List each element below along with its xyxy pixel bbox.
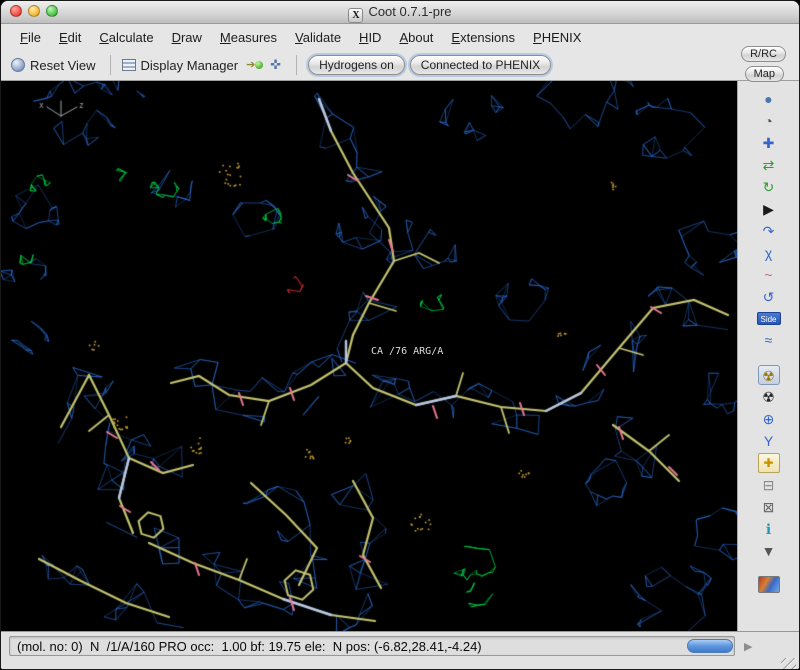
- rotamers-icon[interactable]: ↷: [758, 221, 780, 241]
- rigid-body-fit-icon[interactable]: ⇄: [758, 155, 780, 175]
- menu-edit[interactable]: Edit: [50, 28, 90, 47]
- menu-bar: File Edit Calculate Draw Measures Validate HID…: [1, 24, 799, 50]
- sphere-refine-button[interactable]: ☢: [757, 365, 780, 385]
- status-bar: (mol. no: 0) N /1/A/160 PRO occ: 1.00 bf…: [1, 631, 799, 669]
- rotate-translate-icon[interactable]: ↻: [758, 177, 780, 197]
- go-to-atom-icon[interactable]: [246, 57, 264, 74]
- menu-extensions[interactable]: Extensions: [442, 28, 524, 47]
- status-field: (mol. no: 0) N /1/A/160 PRO occ: 1.00 bf…: [9, 636, 735, 656]
- hydrogens-toggle-button[interactable]: Hydrogens on: [308, 55, 405, 75]
- side-chain-180-button[interactable]: Side: [756, 312, 781, 325]
- gl-viewport[interactable]: CA /76 ARG/A: [1, 81, 737, 631]
- toolbar-separator: [296, 55, 298, 75]
- torsion-general-icon[interactable]: ~: [758, 265, 780, 285]
- toolbar-overflow-arrow[interactable]: ▶: [744, 640, 752, 653]
- title-bar[interactable]: X Coot 0.7.1-pre: [1, 1, 799, 24]
- delete-item-icon[interactable]: ⊠: [758, 497, 780, 517]
- menu-measures[interactable]: Measures: [211, 28, 286, 47]
- menu-about[interactable]: About: [390, 28, 442, 47]
- main-toolbar: Reset View Display Manager Hydrogens on …: [1, 50, 799, 81]
- menu-calculate[interactable]: Calculate: [90, 28, 162, 47]
- fixed-atoms-icon[interactable]: ✚: [758, 133, 780, 153]
- measures-icon[interactable]: [268, 57, 285, 74]
- title-area: X Coot 0.7.1-pre: [1, 4, 799, 23]
- toolbar-separator: [109, 55, 111, 75]
- menu-hid[interactable]: HID: [350, 28, 390, 47]
- flip-peptide-icon[interactable]: ↺: [758, 287, 780, 307]
- reset-view-button[interactable]: Reset View: [30, 58, 96, 73]
- display-manager-icon: [121, 59, 136, 71]
- atom-label: CA /76 ARG/A: [371, 346, 444, 357]
- coot-window: X Coot 0.7.1-pre File Edit Calculate Draw Mea…: [0, 0, 800, 670]
- model-fit-refine-toolbar: ● ◔ ✚ ⇄ ↻ ▶ ↷ χ ~ ↺ Side ≈ ☢ ☢ ⊕ Y ✚ ⊟ ⊠ ℹ ▼: [737, 81, 799, 631]
- map-button[interactable]: Map: [744, 66, 784, 82]
- refine-zone-icon[interactable]: ☢: [758, 387, 780, 407]
- edit-chi-angles-icon[interactable]: χ: [758, 243, 780, 263]
- resize-grip[interactable]: [781, 658, 796, 669]
- auto-fit-rotamer-icon[interactable]: ▶: [758, 199, 780, 219]
- sphere-display-icon[interactable]: ●: [758, 89, 780, 109]
- window-title: Coot 0.7.1-pre: [368, 4, 452, 19]
- add-alt-conf-icon[interactable]: Y: [758, 431, 780, 451]
- density-map-canvas[interactable]: [1, 81, 737, 631]
- place-atom-icon[interactable]: ✚: [757, 453, 780, 473]
- residue-info-icon[interactable]: ℹ: [758, 519, 780, 539]
- reset-view-icon: [11, 58, 25, 72]
- content-area: CA /76 ARG/A ● ◔ ✚ ⇄ ↻ ▶ ↷ χ ~ ↺ Side ≈ ☢ ☢ ⊕ Y ✚ ⊟ ⊠ ℹ ▼: [1, 81, 799, 631]
- rrc-button[interactable]: R/RC: [741, 46, 786, 62]
- eraser-icon[interactable]: ⊟: [758, 475, 780, 495]
- down-arrow-icon[interactable]: ▼: [758, 541, 780, 561]
- menu-validate[interactable]: Validate: [286, 28, 350, 47]
- menu-file[interactable]: File: [11, 28, 50, 47]
- edit-backbone-icon[interactable]: ≈: [758, 330, 780, 350]
- menu-phenix[interactable]: PHENIX: [524, 28, 590, 47]
- display-manager-button[interactable]: Display Manager: [141, 58, 239, 73]
- status-text: (mol. no: 0) N /1/A/160 PRO occ: 1.00 bf…: [17, 638, 482, 654]
- add-terminal-residue-icon[interactable]: ⊕: [758, 409, 780, 429]
- x11-app-icon: X: [348, 8, 364, 23]
- status-scrollbar-thumb[interactable]: [687, 639, 733, 653]
- ligand-picture-icon[interactable]: [757, 576, 780, 593]
- menu-draw[interactable]: Draw: [163, 28, 211, 47]
- phenix-connection-button[interactable]: Connected to PHENIX: [409, 55, 552, 75]
- clock-idle-icon[interactable]: ◔: [758, 111, 780, 131]
